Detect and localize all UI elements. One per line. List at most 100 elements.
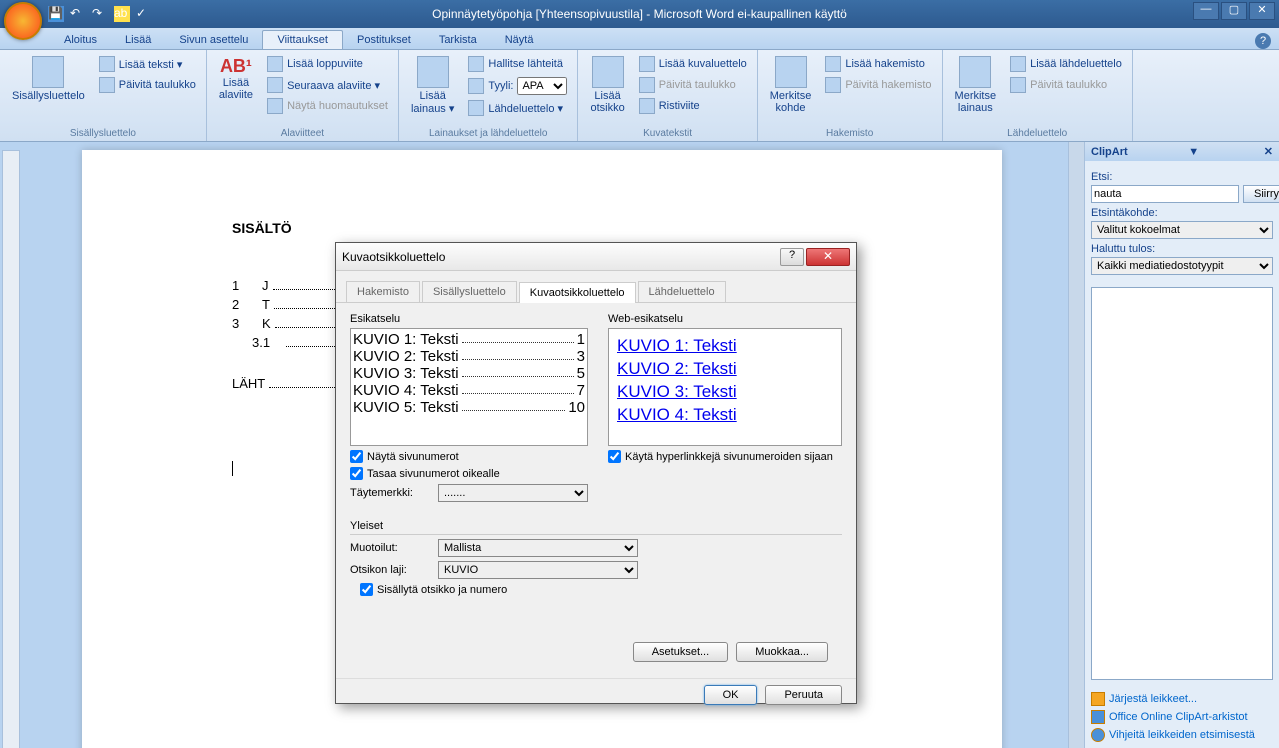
close-button[interactable]: ✕ <box>1249 2 1275 20</box>
web-item[interactable]: KUVIO 3: Teksti <box>617 382 833 402</box>
tab-aloitus[interactable]: Aloitus <box>50 31 111 49</box>
web-preview-list[interactable]: KUVIO 1: Teksti KUVIO 2: Teksti KUVIO 3:… <box>608 328 842 446</box>
style-select-row: Tyyli: APA <box>464 75 571 97</box>
rightalign-checkbox[interactable] <box>350 467 363 480</box>
add-text-button[interactable]: Lisää teksti ▾ <box>95 54 200 74</box>
panel-close-icon[interactable]: ✕ <box>1264 145 1273 158</box>
dtab-sisallys[interactable]: Sisällysluettelo <box>422 281 517 302</box>
fill-select[interactable]: ....... <box>438 484 588 502</box>
search-input[interactable] <box>1091 185 1239 203</box>
preview-label: Esikatselu <box>350 313 588 325</box>
insert-authorities-button[interactable]: Lisää lähdeluettelo <box>1006 54 1126 74</box>
mark-entry-button[interactable]: Merkitse kohde <box>764 54 818 137</box>
next-footnote-button[interactable]: Seuraava alaviite ▾ <box>263 75 392 95</box>
panel-dropdown-icon[interactable]: ▼ <box>1188 146 1199 158</box>
web-item[interactable]: KUVIO 4: Teksti <box>617 405 833 425</box>
print-preview-list[interactable]: KUVIO 1: Teksti1 KUVIO 2: Teksti3 KUVIO … <box>350 328 588 446</box>
maximize-button[interactable]: ▢ <box>1221 2 1247 20</box>
tab-tarkista[interactable]: Tarkista <box>425 31 491 49</box>
results-label: Haluttu tulos: <box>1091 243 1273 255</box>
update-table-button[interactable]: Päivitä taulukko <box>95 75 200 95</box>
insert-footnote-button[interactable]: AB¹ Lisää alaviite <box>213 54 259 137</box>
format-select[interactable]: Mallista <box>438 539 638 557</box>
footnote-icon: AB¹ <box>220 56 252 77</box>
tab-viittaukset[interactable]: Viittaukset <box>262 30 343 49</box>
search-tips-link[interactable]: Vihjeitä leikkeiden etsimisestä <box>1091 726 1273 744</box>
minimize-button[interactable]: — <box>1193 2 1219 20</box>
tab-sivunasettelu[interactable]: Sivun asettelu <box>165 31 262 49</box>
toc-icon <box>32 56 64 88</box>
update-figtable-button[interactable]: Päivitä taulukko <box>635 75 751 95</box>
heading-sisalto: SISÄLTÖ <box>232 220 852 236</box>
figure-list-dialog: Kuvaotsikkoluettelo ? ✕ Hakemisto Sisäll… <box>335 242 857 704</box>
insauth-icon <box>1010 56 1026 72</box>
web-item[interactable]: KUVIO 1: Teksti <box>617 336 833 356</box>
endnote-icon <box>267 56 283 72</box>
cancel-button[interactable]: Peruuta <box>765 685 842 705</box>
help-icon[interactable]: ? <box>1255 33 1271 49</box>
manage-sources-button[interactable]: Hallitse lähteitä <box>464 54 571 74</box>
crossref-icon <box>639 98 655 114</box>
update-authorities-button[interactable]: Päivitä taulukko <box>1006 75 1126 95</box>
figlist-icon <box>639 56 655 72</box>
insert-figurelist-button[interactable]: Lisää kuvaluettelo <box>635 54 751 74</box>
citation-style-select[interactable]: APA <box>517 77 567 95</box>
ok-button[interactable]: OK <box>704 685 758 705</box>
show-notes-button[interactable]: Näytä huomautukset <box>263 96 392 116</box>
updauth-icon <box>1010 77 1026 93</box>
update-index-button[interactable]: Päivitä hakemisto <box>821 75 935 95</box>
office-button[interactable] <box>4 2 42 40</box>
insert-caption-button[interactable]: Lisää otsikko <box>584 54 630 137</box>
show-pagenums-checkbox[interactable] <box>350 450 363 463</box>
undo-icon[interactable]: ↶ <box>70 6 86 22</box>
dtab-kuvaotsikko[interactable]: Kuvaotsikkoluettelo <box>519 282 636 303</box>
dtab-hakemisto[interactable]: Hakemisto <box>346 281 420 302</box>
format-label: Muotoilut: <box>350 542 430 554</box>
tab-postitukset[interactable]: Postitukset <box>343 31 425 49</box>
clipart-results-box <box>1091 287 1273 680</box>
web-item[interactable]: KUVIO 2: Teksti <box>617 359 833 379</box>
caption-select[interactable]: KUVIO <box>438 561 638 579</box>
text-cursor <box>232 461 233 476</box>
caption-label: Otsikon laji: <box>350 564 430 576</box>
go-button[interactable]: Siirry <box>1243 185 1279 203</box>
quick-access-toolbar: 💾 ↶ ↷ ab ✓ <box>48 6 152 22</box>
biblio-icon <box>468 100 484 116</box>
panel-handle[interactable] <box>1068 142 1084 748</box>
searchin-select[interactable]: Valitut kokoelmat <box>1091 221 1273 239</box>
searchin-label: Etsintäkohde: <box>1091 207 1273 219</box>
organize-clips-link[interactable]: Järjestä leikkeet... <box>1091 690 1273 708</box>
tab-lisaa[interactable]: Lisää <box>111 31 165 49</box>
dialog-help-button[interactable]: ? <box>780 248 804 266</box>
web-preview-label: Web-esikatselu <box>608 313 842 325</box>
update-icon <box>99 77 115 93</box>
brush-icon[interactable]: ✓ <box>136 6 152 22</box>
highlight-icon[interactable]: ab <box>114 6 130 22</box>
tab-nayta[interactable]: Näytä <box>491 31 548 49</box>
insert-index-button[interactable]: Lisää hakemisto <box>821 54 935 74</box>
caption-icon <box>592 56 624 88</box>
group-kuvatekstit: Lisää otsikko Lisää kuvaluettelo Päivitä… <box>578 50 757 141</box>
group-lahdeluettelo: Merkitse lainaus Lisää lähdeluettelo Päi… <box>943 50 1133 141</box>
crossref-button[interactable]: Ristiviite <box>635 96 751 116</box>
mark-citation-button[interactable]: Merkitse lainaus <box>949 54 1003 137</box>
office-online-link[interactable]: Office Online ClipArt-arkistot <box>1091 708 1273 726</box>
bibliography-button[interactable]: Lähdeluettelo ▾ <box>464 98 571 118</box>
results-select[interactable]: Kaikki mediatiedostotyypit <box>1091 257 1273 275</box>
insert-citation-button[interactable]: Lisää lainaus ▾ <box>405 54 460 137</box>
include-caption-checkbox[interactable] <box>360 583 373 596</box>
organize-icon <box>1091 692 1105 706</box>
fill-label: Täytemerkki: <box>350 487 430 499</box>
modify-button[interactable]: Muokkaa... <box>736 642 828 662</box>
insert-endnote-button[interactable]: Lisää loppuviite <box>263 54 392 74</box>
dialog-titlebar[interactable]: Kuvaotsikkoluettelo ? ✕ <box>336 243 856 271</box>
toc-button[interactable]: Sisällysluettelo <box>6 54 91 137</box>
clipart-header: ClipArt ▼ ✕ <box>1085 142 1279 161</box>
dtab-lahde[interactable]: Lähdeluettelo <box>638 281 726 302</box>
redo-icon[interactable]: ↷ <box>92 6 108 22</box>
use-hyperlinks-checkbox[interactable] <box>608 450 621 463</box>
markcite-icon <box>959 56 991 88</box>
save-icon[interactable]: 💾 <box>48 6 64 22</box>
dialog-close-button[interactable]: ✕ <box>806 248 850 266</box>
options-button[interactable]: Asetukset... <box>633 642 728 662</box>
